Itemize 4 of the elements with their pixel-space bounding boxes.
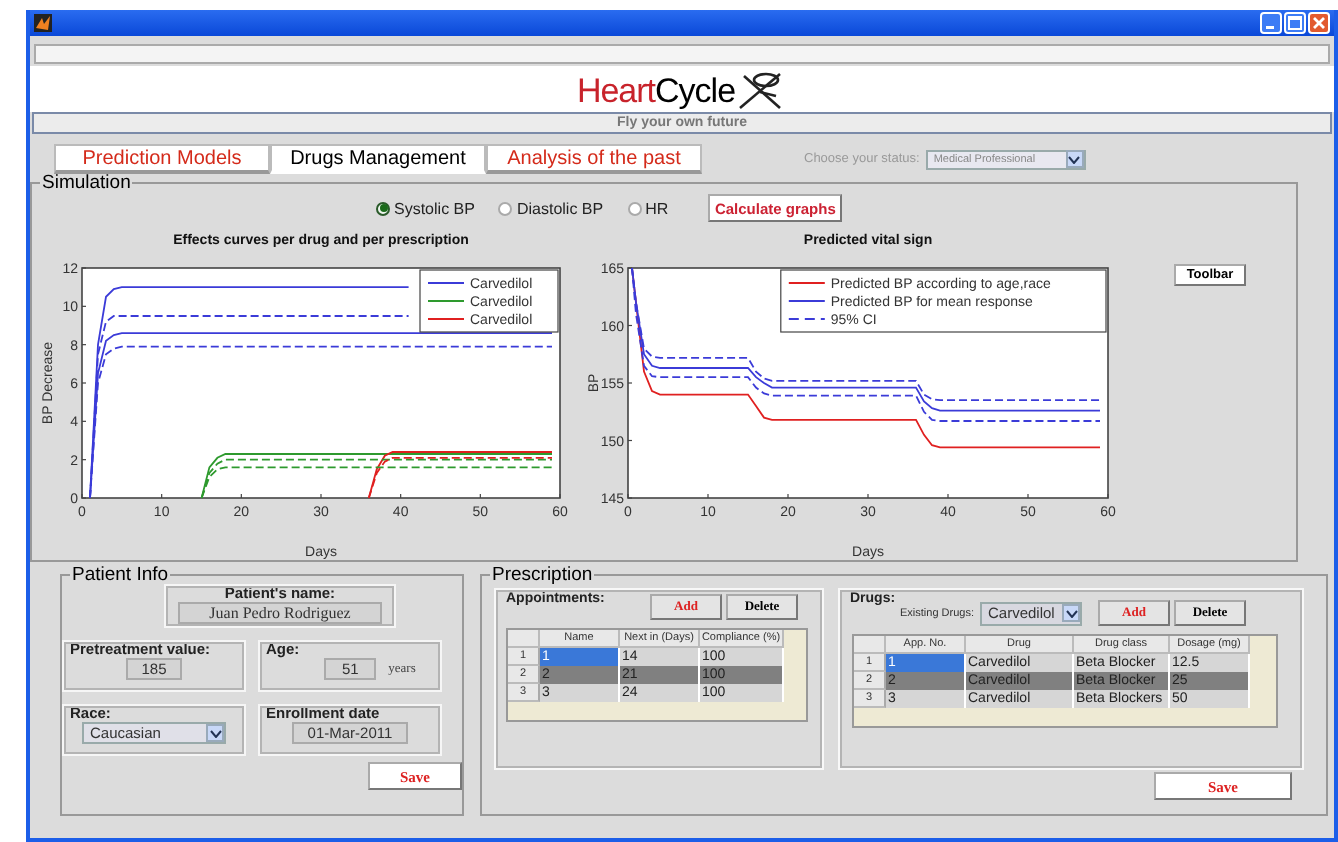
- panel-title: Patient Info: [72, 564, 169, 586]
- logo-text: HeartCycle: [576, 72, 736, 112]
- panel-title: Prescription: [492, 564, 593, 586]
- panel-title: Simulation: [42, 172, 131, 194]
